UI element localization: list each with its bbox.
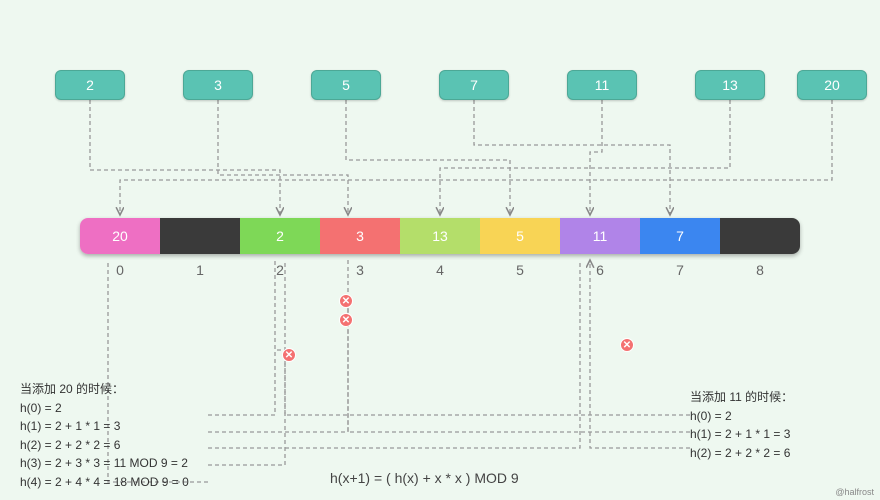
input-value-2: 2 bbox=[55, 70, 125, 100]
input-value-13: 13 bbox=[695, 70, 765, 100]
input-value-7: 7 bbox=[439, 70, 509, 100]
input-value-5: 5 bbox=[311, 70, 381, 100]
input-value-20: 20 bbox=[797, 70, 867, 100]
slot-8 bbox=[720, 218, 800, 254]
table-indices: 012345678 bbox=[80, 262, 800, 278]
slot-2: 2 bbox=[240, 218, 320, 254]
collision-icon: ✕ bbox=[620, 338, 634, 352]
slot-0: 20 bbox=[80, 218, 160, 254]
hash-formula: h(x+1) = ( h(x) + x * x ) MOD 9 bbox=[330, 470, 519, 486]
watermark: @halfrost bbox=[835, 487, 874, 497]
hash-table: 20 23135117 bbox=[80, 218, 800, 254]
slot-4: 13 bbox=[400, 218, 480, 254]
index-label-0: 0 bbox=[80, 262, 160, 278]
slot-6: 11 bbox=[560, 218, 640, 254]
slot-3: 3 bbox=[320, 218, 400, 254]
index-label-5: 5 bbox=[480, 262, 560, 278]
index-label-7: 7 bbox=[640, 262, 720, 278]
index-label-4: 4 bbox=[400, 262, 480, 278]
probe-sequence-20: 当添加 20 的时候： h(0) = 2 h(1) = 2 + 1 * 1 = … bbox=[20, 380, 189, 492]
probe-sequence-11: 当添加 11 的时候： h(0) = 2 h(1) = 2 + 1 * 1 = … bbox=[690, 388, 793, 462]
index-label-8: 8 bbox=[720, 262, 800, 278]
index-label-6: 6 bbox=[560, 262, 640, 278]
collision-icon: ✕ bbox=[282, 348, 296, 362]
slot-5: 5 bbox=[480, 218, 560, 254]
slot-1 bbox=[160, 218, 240, 254]
index-label-2: 2 bbox=[240, 262, 320, 278]
collision-icon: ✕ bbox=[339, 313, 353, 327]
index-label-1: 1 bbox=[160, 262, 240, 278]
input-value-11: 11 bbox=[567, 70, 637, 100]
input-value-3: 3 bbox=[183, 70, 253, 100]
collision-icon: ✕ bbox=[339, 294, 353, 308]
slot-7: 7 bbox=[640, 218, 720, 254]
index-label-3: 3 bbox=[320, 262, 400, 278]
